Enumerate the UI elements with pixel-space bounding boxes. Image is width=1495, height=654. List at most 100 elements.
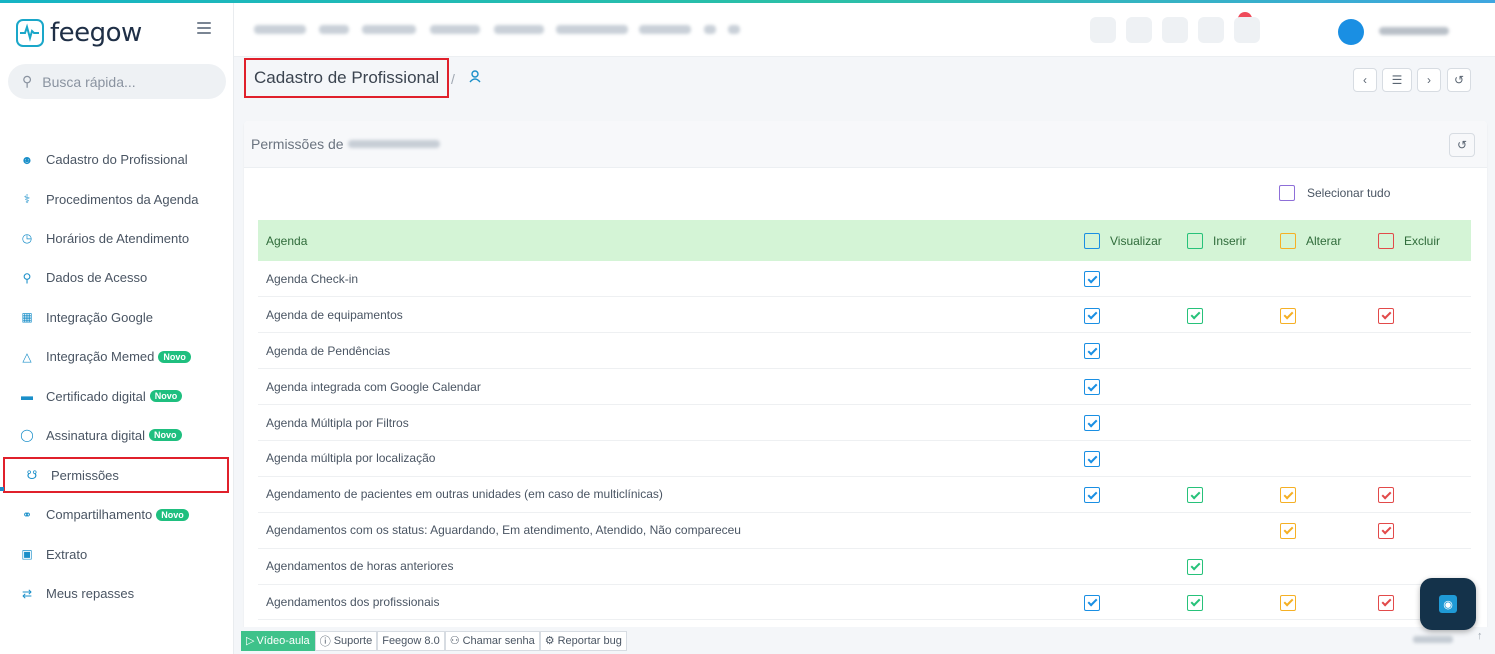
permission-cell <box>1076 440 1179 477</box>
permission-checkbox[interactable] <box>1084 451 1100 468</box>
select-all-checkbox[interactable]: Selecionar tudo <box>1279 185 1390 201</box>
nav-item-blurred[interactable] <box>430 25 480 34</box>
search-icon: ⚲ <box>22 73 33 89</box>
quick-search-input[interactable]: ⚲ Busca rápida... <box>8 64 226 99</box>
panel-header: Permissões de <box>244 121 1487 168</box>
sidebar-item-label: Assinatura digital <box>46 427 145 443</box>
list-button[interactable]: ☰ <box>1382 68 1412 92</box>
nav-item-blurred[interactable] <box>556 25 628 34</box>
column-select-all-checkbox[interactable]: Visualizar <box>1084 232 1179 249</box>
sidebar-item-meus-repasses[interactable]: ⇄ Meus repasses <box>0 574 234 613</box>
checkbox-icon <box>1279 185 1295 201</box>
table-row: Agenda Múltipla por Filtros <box>258 404 1471 441</box>
user-icon[interactable] <box>469 70 481 86</box>
support-button[interactable]: ⓘ Suporte <box>314 630 378 651</box>
permission-label: Agendamentos de horas anteriores <box>258 548 1076 585</box>
permission-cell <box>1076 261 1179 298</box>
permission-cell <box>1076 476 1179 513</box>
permission-cell <box>1272 332 1370 370</box>
calendar-icon: ▦ <box>21 310 33 325</box>
sidebar-item-dados-de-acesso[interactable]: ⚲ Dados de Acesso <box>0 258 234 297</box>
sidebar-item-cadastro-do-profissional[interactable]: ☻ Cadastro do Profissional <box>0 140 234 179</box>
sidebar-item-integra-o-memed[interactable]: △ Integração Memed Novo <box>0 337 234 376</box>
history-button[interactable]: ↺ <box>1449 133 1475 157</box>
sidebar-item-permiss-es[interactable]: ☋ Permissões <box>0 457 229 494</box>
select-all-label: Selecionar tudo <box>1307 186 1391 200</box>
settings-icon[interactable] <box>728 25 740 34</box>
database-icon[interactable] <box>704 25 716 34</box>
menu-toggle-icon[interactable] <box>197 22 211 37</box>
permission-checkbox[interactable] <box>1084 415 1100 432</box>
next-button[interactable]: › <box>1417 68 1441 92</box>
call-password-label: Chamar senha <box>462 634 535 647</box>
user-name-blurred[interactable] <box>1379 27 1449 35</box>
sidebar-item-assinatura-digital[interactable]: ◯ Assinatura digital Novo <box>0 416 234 455</box>
user-name-blurred <box>347 140 440 148</box>
column-select-all-checkbox[interactable]: Excluir <box>1378 232 1471 249</box>
search-placeholder: Busca rápida... <box>42 73 136 90</box>
permission-checkbox[interactable] <box>1378 487 1394 504</box>
permission-checkbox[interactable] <box>1280 594 1296 611</box>
permission-checkbox[interactable] <box>1084 487 1100 504</box>
sidebar-item-label: Integração Memed <box>46 349 155 365</box>
permission-checkbox[interactable] <box>1187 487 1203 504</box>
tasks-icon[interactable] <box>1162 17 1188 43</box>
sidebar-item-extrato[interactable]: ▣ Extrato <box>0 535 234 574</box>
sidebar-item-integra-o-google[interactable]: ▦ Integração Google <box>0 298 234 337</box>
permission-cell <box>1370 261 1471 298</box>
column-select-all-checkbox[interactable]: Alterar <box>1280 232 1370 249</box>
help-icon[interactable] <box>1234 17 1260 43</box>
permission-cell <box>1076 296 1179 334</box>
permission-checkbox[interactable] <box>1084 343 1100 360</box>
table-row: Agenda de Pendências <box>258 332 1471 370</box>
nav-item-blurred[interactable] <box>639 25 691 34</box>
bell-icon[interactable] <box>1198 17 1224 43</box>
sidebar-menu: ☻ Cadastro do Profissional ⚕ Procedimentos … <box>0 140 234 613</box>
card-icon: ▬ <box>21 389 33 404</box>
user-avatar[interactable] <box>1338 19 1364 45</box>
permission-checkbox[interactable] <box>1187 558 1203 575</box>
floating-action-button[interactable]: ◉ <box>1420 578 1476 630</box>
permission-checkbox[interactable] <box>1378 307 1394 324</box>
permission-checkbox[interactable] <box>1280 487 1296 504</box>
sidebar-item-hor-rios-de-atendimento[interactable]: ◷ Horários de Atendimento <box>0 219 234 258</box>
nav-item-blurred[interactable] <box>362 25 416 34</box>
arrow-up-icon[interactable]: ↑ <box>1477 630 1483 642</box>
column-select-all-checkbox[interactable]: Inserir <box>1187 232 1272 249</box>
tool-icon[interactable] <box>1090 17 1116 43</box>
help-icon: ⓘ <box>319 635 331 648</box>
assistant-icon: ◉ <box>1439 595 1457 613</box>
permission-cell <box>1179 548 1272 585</box>
permission-checkbox[interactable] <box>1378 522 1394 539</box>
sidebar-item-compartilhamento[interactable]: ⚭ Compartilhamento Novo <box>0 495 234 534</box>
chat-icon[interactable] <box>1126 17 1152 43</box>
call-password-button[interactable]: ⚇ Chamar senha <box>444 630 540 651</box>
app-logo[interactable]: feegow <box>16 18 142 48</box>
nav-item-blurred[interactable] <box>254 25 306 34</box>
sidebar-item-procedimentos-da-agenda[interactable]: ⚕ Procedimentos da Agenda <box>0 179 234 218</box>
nav-item-blurred[interactable] <box>319 25 349 34</box>
previous-button[interactable]: ‹ <box>1353 68 1377 92</box>
permission-checkbox[interactable] <box>1187 594 1203 611</box>
nav-item-blurred[interactable] <box>494 25 544 34</box>
permission-checkbox[interactable] <box>1378 594 1394 611</box>
money-icon: ▣ <box>21 547 33 562</box>
permission-checkbox[interactable] <box>1084 594 1100 611</box>
sidebar-item-certificado-digital[interactable]: ▬ Certificado digital Novo <box>0 376 234 415</box>
permission-checkbox[interactable] <box>1280 307 1296 324</box>
permission-checkbox[interactable] <box>1084 307 1100 324</box>
new-badge: Novo <box>149 390 183 403</box>
permission-cell <box>1179 368 1272 406</box>
permission-cell <box>1179 476 1272 513</box>
permission-checkbox[interactable] <box>1280 522 1296 539</box>
video-lesson-button[interactable]: ▷ Vídeo-aula <box>241 630 315 651</box>
report-bug-button[interactable]: ⚙ Reportar bug <box>539 630 627 651</box>
table-row: Agendamentos dos profissionais <box>258 584 1471 621</box>
permission-checkbox[interactable] <box>1187 307 1203 324</box>
stethoscope-icon: ⚕ <box>23 192 31 207</box>
permissions-panel: Permissões de ↺ Selecionar tudo Agenda V… <box>244 121 1487 631</box>
history-button[interactable]: ↺ <box>1447 68 1471 92</box>
shield-icon: ◯ <box>20 428 34 443</box>
permission-checkbox[interactable] <box>1084 379 1100 396</box>
permission-checkbox[interactable] <box>1084 271 1100 288</box>
